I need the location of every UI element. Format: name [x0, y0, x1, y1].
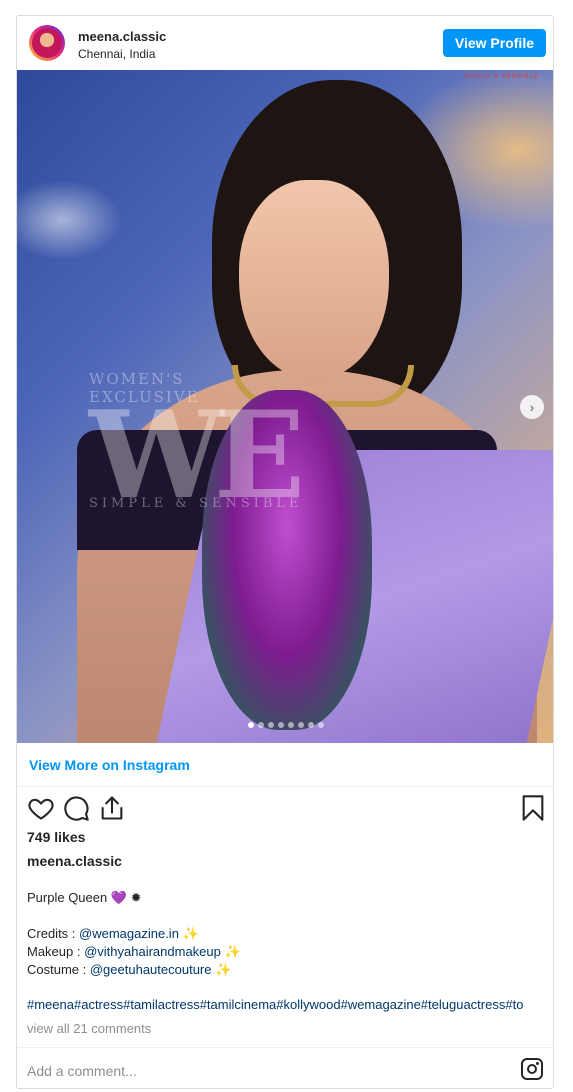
carousel-dots — [248, 722, 324, 728]
comment-icon[interactable] — [62, 794, 90, 822]
avatar[interactable] — [29, 25, 65, 61]
costume-mention-link[interactable]: @geetuhautecouture — [90, 962, 212, 977]
sparkle-icon: ✨ — [215, 962, 232, 977]
add-comment-input[interactable]: Add a comment... — [27, 1063, 137, 1079]
caption-credits-line: Credits : @wemagazine.in ✨ — [27, 925, 547, 943]
caption-hashtags[interactable]: #meena#actress#tamilactress#tamilcinema#… — [27, 997, 523, 1012]
photo-face — [239, 180, 389, 380]
share-icon[interactable] — [98, 794, 126, 822]
heart-icon[interactable] — [27, 794, 55, 822]
caption-makeup-line: Makeup : @vithyahairandmakeup ✨ — [27, 943, 547, 961]
header-username[interactable]: meena.classic — [78, 29, 166, 44]
carousel-dot — [258, 722, 264, 728]
instagram-logo-icon[interactable] — [521, 1058, 543, 1080]
carousel-dot — [248, 722, 254, 728]
carousel-dot — [278, 722, 284, 728]
carousel-dot — [288, 722, 294, 728]
credits-label: Credits : — [27, 926, 80, 941]
post-header: meena.classic Chennai, India View Profil… — [17, 16, 553, 70]
header-location[interactable]: Chennai, India — [78, 47, 155, 61]
caption-username[interactable]: meena.classic — [27, 853, 122, 869]
view-all-comments-link[interactable]: view all 21 comments — [27, 1021, 151, 1036]
sparkle-icon: ✨ — [224, 944, 241, 959]
chevron-right-icon[interactable]: › — [520, 395, 544, 419]
makeup-label: Makeup : — [27, 944, 85, 959]
photo-watermark: WOMEN'S EXCLUSIVE WE SIMPLE & SENSIBLE — [89, 370, 305, 526]
caption-costume-line: Costume : @geetuhautecouture ✨ — [27, 961, 547, 979]
action-bar — [17, 794, 553, 824]
carousel-dot — [268, 722, 274, 728]
divider — [17, 1047, 553, 1048]
avatar-image — [32, 28, 62, 58]
sparkle-icon: ✨ — [182, 926, 199, 941]
watermark-logo: WE — [89, 385, 305, 526]
divider — [17, 786, 553, 787]
carousel-dot — [298, 722, 304, 728]
photo-brand-mark: SIMPLE & SENSIBLE — [463, 74, 539, 80]
makeup-mention-link[interactable]: @vithyahairandmakeup — [84, 944, 221, 959]
instagram-embed-card: meena.classic Chennai, India View Profil… — [16, 15, 554, 1089]
costume-label: Costume : — [27, 962, 90, 977]
post-photo[interactable]: WOMEN'S EXCLUSIVE WE SIMPLE & SENSIBLE S… — [17, 70, 553, 743]
post-caption: Purple Queen 💜 ✹ Credits : @wemagazine.i… — [27, 889, 547, 979]
credits-mention-link[interactable]: @wemagazine.in — [79, 926, 179, 941]
view-more-link[interactable]: View More on Instagram — [29, 757, 190, 773]
bookmark-icon[interactable] — [519, 794, 547, 822]
carousel-dot — [308, 722, 314, 728]
caption-title: Purple Queen 💜 ✹ — [27, 890, 142, 905]
watermark-tagline: SIMPLE & SENSIBLE — [89, 496, 303, 511]
carousel-dot — [318, 722, 324, 728]
likes-count[interactable]: 749 likes — [27, 829, 85, 845]
view-profile-button[interactable]: View Profile — [442, 29, 546, 57]
